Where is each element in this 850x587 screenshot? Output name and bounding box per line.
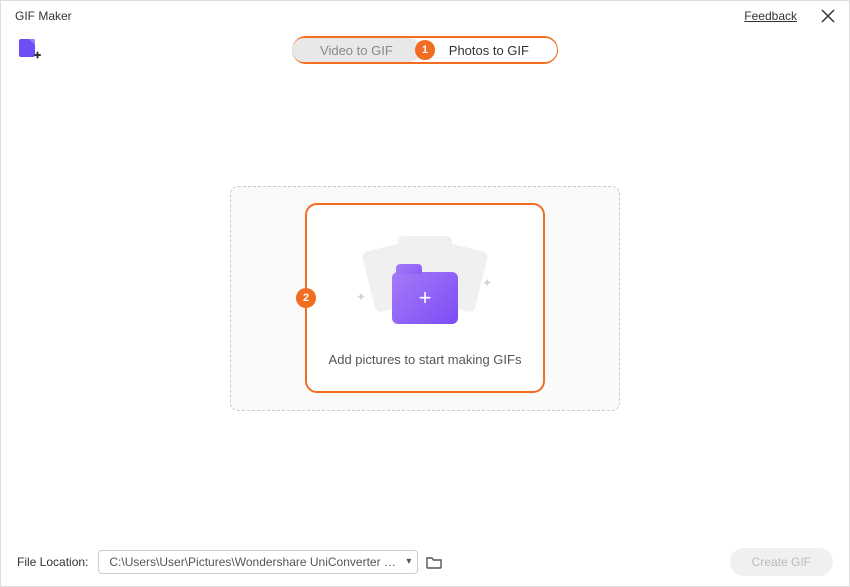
feedback-link[interactable]: Feedback xyxy=(744,9,797,23)
open-folder-icon[interactable] xyxy=(426,555,442,569)
tab-label: Photos to GIF xyxy=(449,43,529,58)
tab-video-to-gif[interactable]: Video to GIF xyxy=(292,38,421,62)
drop-zone-outer: 2 + ✦ ✦ Add pictures to start making GIF… xyxy=(230,186,620,411)
chevron-down-icon[interactable]: ▾ xyxy=(406,556,411,567)
tab-bar: Video to GIF 1 Photos to GIF xyxy=(292,36,558,64)
app-logo-icon xyxy=(17,37,43,63)
main-area: 2 + ✦ ✦ Add pictures to start making GIF… xyxy=(1,73,849,523)
add-pictures-graphic: + ✦ ✦ xyxy=(360,230,490,340)
drop-zone[interactable]: 2 + ✦ ✦ Add pictures to start making GIF… xyxy=(305,203,545,393)
step-badge-2: 2 xyxy=(296,288,316,308)
folder-plus-icon: + xyxy=(392,272,458,324)
drop-zone-text: Add pictures to start making GIFs xyxy=(329,352,522,367)
tab-label: Video to GIF xyxy=(320,43,393,58)
file-location-label: File Location: xyxy=(17,555,88,569)
file-location-input[interactable]: C:\Users\User\Pictures\Wondershare UniCo… xyxy=(98,550,418,574)
window-title: GIF Maker xyxy=(15,9,72,23)
tab-photos-to-gif[interactable]: Photos to GIF xyxy=(421,38,557,62)
step-badge-1: 1 xyxy=(415,40,435,60)
create-gif-button[interactable]: Create GIF xyxy=(730,548,833,576)
close-icon[interactable] xyxy=(821,9,835,23)
file-location-path: C:\Users\User\Pictures\Wondershare UniCo… xyxy=(109,555,400,569)
